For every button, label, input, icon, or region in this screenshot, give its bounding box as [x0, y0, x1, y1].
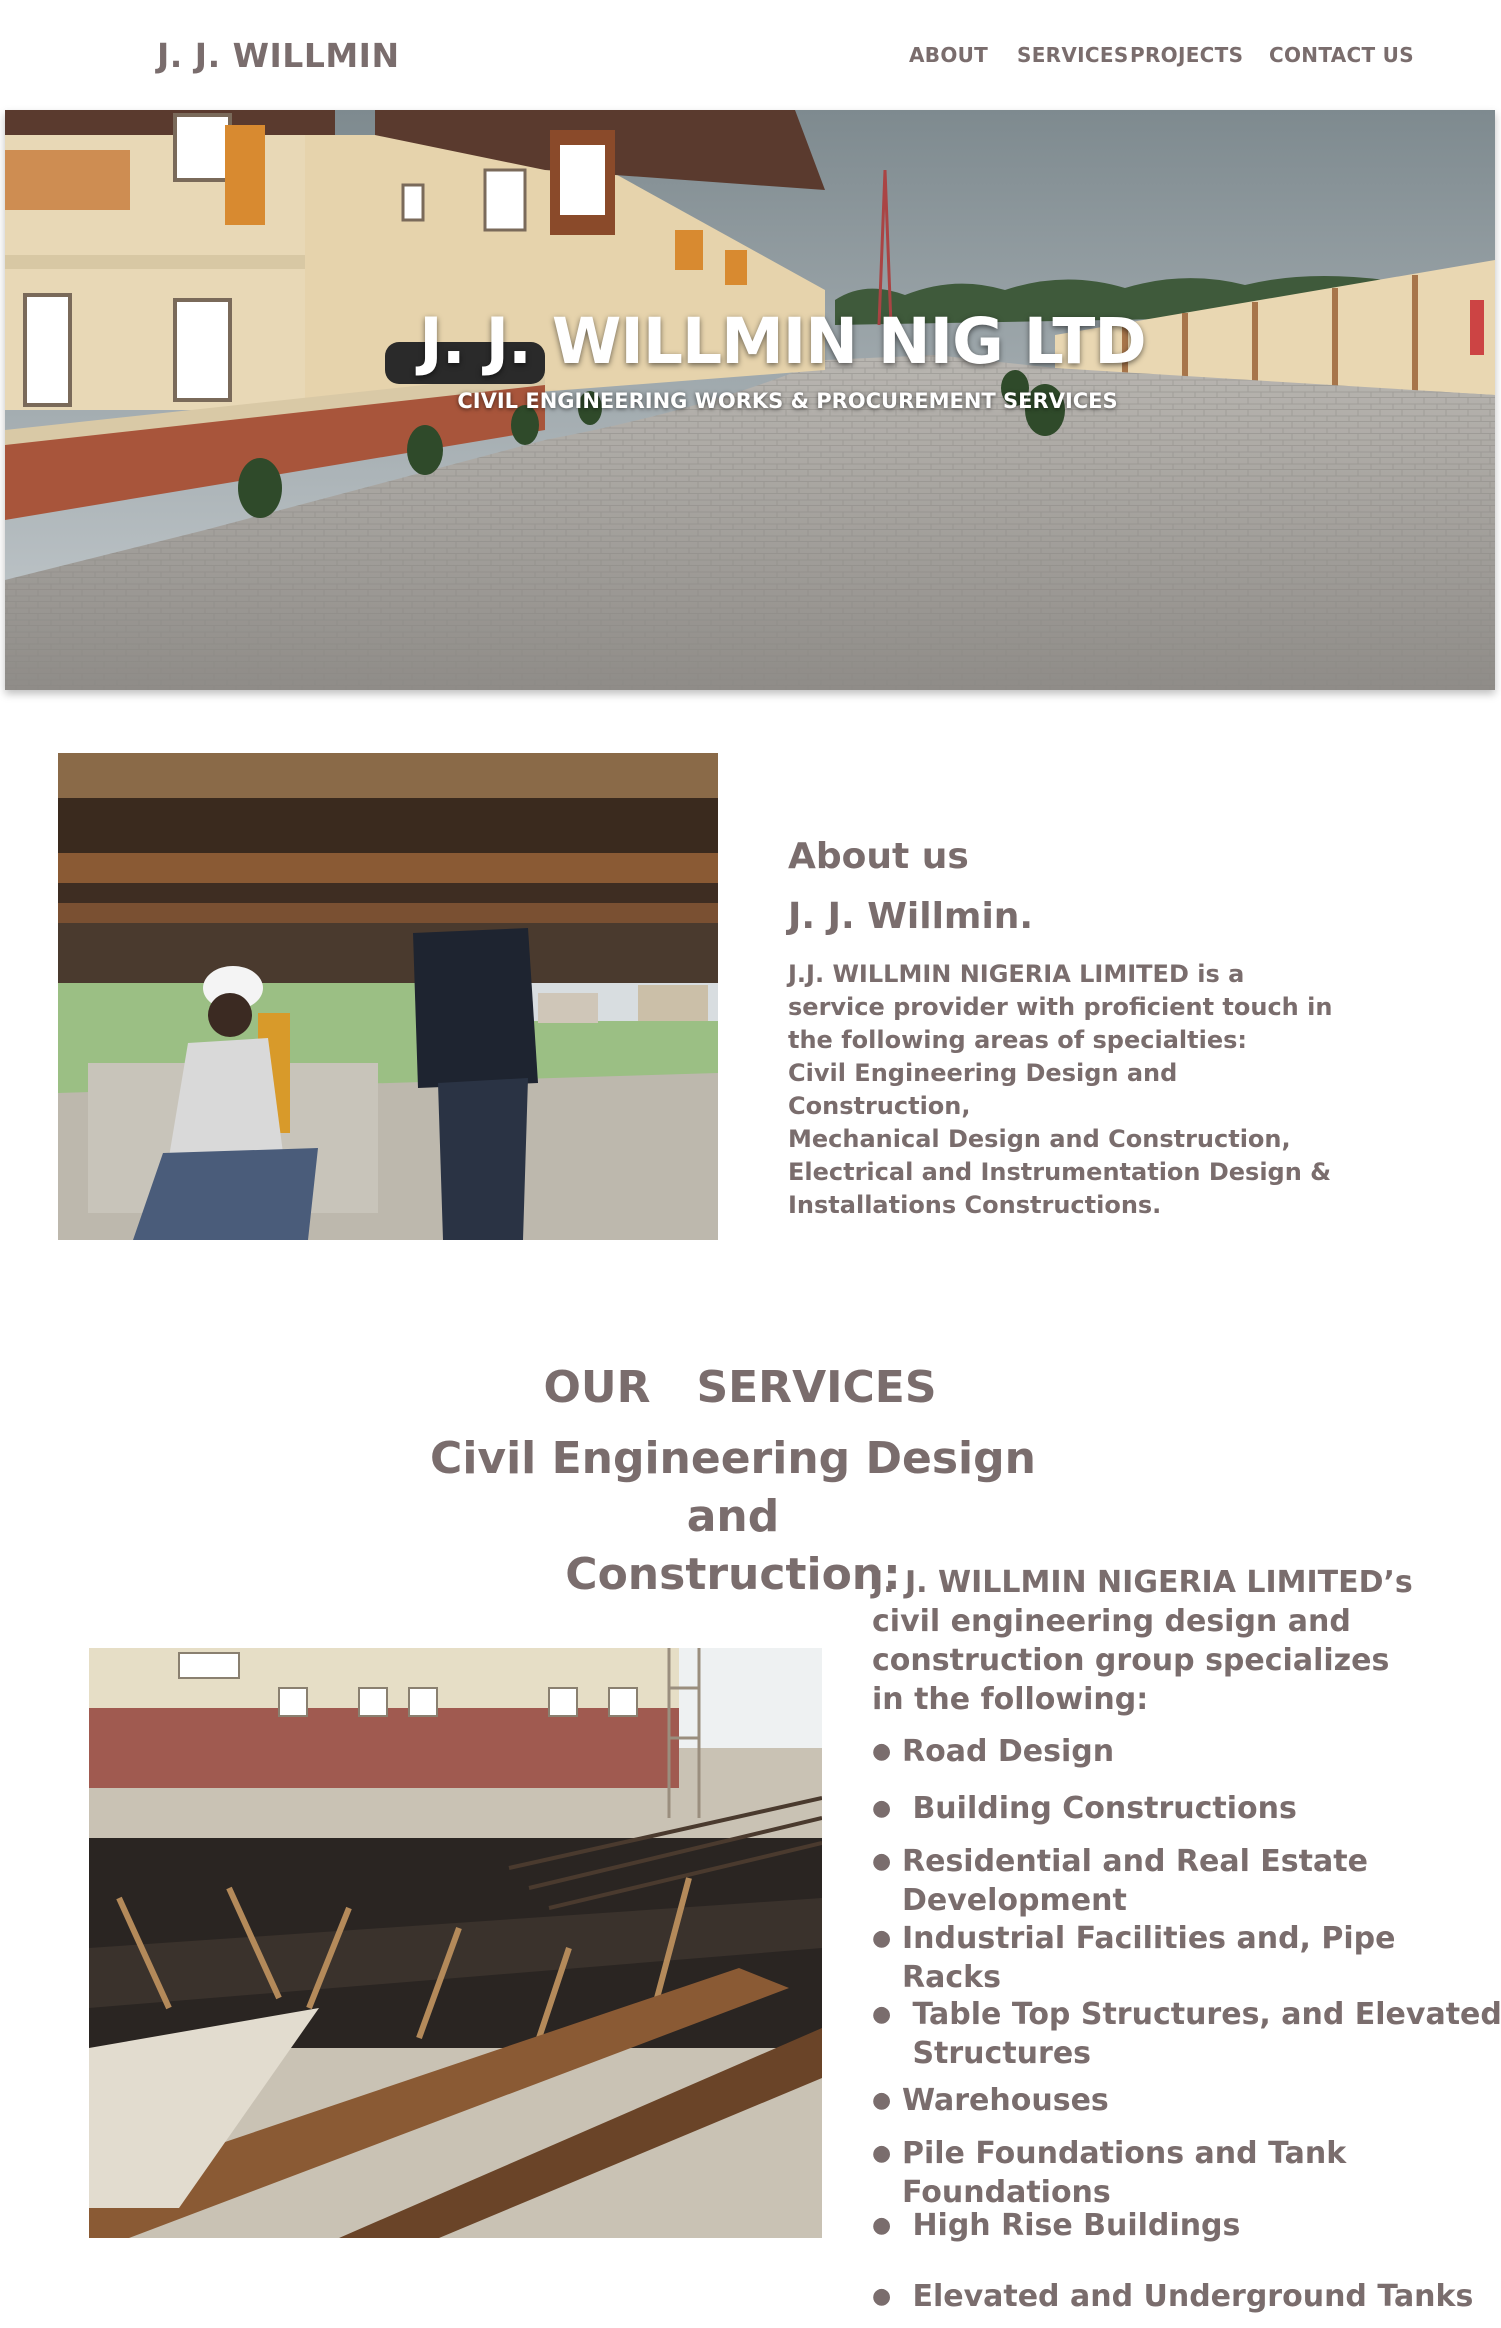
bullet-icon: ● — [872, 2141, 892, 2166]
bullet-icon: ● — [872, 1849, 892, 1874]
bullet-icon: ● — [872, 1926, 892, 1951]
bullet-icon: ● — [872, 1739, 892, 1764]
services-intro: J. J. WILLMIN NIGERIA LIMITED’s civil en… — [872, 1563, 1432, 1719]
services-subheading-line: Civil Engineering Design and — [430, 1433, 1036, 1542]
hero-banner: J. J. WILLMIN NIG LTD CIVIL ENGINEERING … — [5, 110, 1495, 690]
services-photo-construction — [89, 1648, 822, 2238]
about-company-name: J. J. Willmin. — [788, 896, 1034, 937]
bullet-icon: ● — [872, 2284, 892, 2309]
about-line: the following areas of specialties: — [788, 1026, 1247, 1054]
services-intro-line: J. J. WILLMIN NIGERIA LIMITED’s — [872, 1565, 1413, 1600]
hero-subtitle: CIVIL ENGINEERING WORKS & PROCUREMENT SE… — [457, 389, 1118, 413]
services-intro-line: construction group specializes — [872, 1643, 1390, 1678]
bullet-icon: ● — [872, 1796, 892, 1821]
bullet-icon: ● — [872, 2002, 892, 2027]
services-heading: OUR SERVICES — [543, 1362, 937, 1413]
about-description: J.J. WILLMIN NIGERIA LIMITED is a servic… — [788, 958, 1348, 1222]
page: J. J. WILLMIN ABOUT SERVICES PROJECTS CO… — [5, 0, 1501, 2328]
about-line: service provider with proficient touch i… — [788, 993, 1333, 1021]
service-item-label: Pile Foundations and Tank — [902, 2136, 1347, 2171]
about-line: Installations Constructions. — [788, 1191, 1162, 1219]
service-item-label: Warehouses — [902, 2083, 1109, 2118]
bullet-icon: ● — [872, 2213, 892, 2238]
nav-about[interactable]: ABOUT — [909, 43, 988, 67]
nav-projects[interactable]: PROJECTS — [1130, 43, 1243, 67]
about-line: Civil Engineering Design and — [788, 1059, 1178, 1087]
service-item-label: Building Constructions — [902, 1791, 1297, 1826]
services-intro-line: civil engineering design and — [872, 1604, 1351, 1639]
about-line: Electrical and Instrumentation Design & — [788, 1158, 1332, 1186]
nav-contact-us[interactable]: CONTACT US — [1269, 43, 1414, 67]
brand-logo[interactable]: J. J. WILLMIN — [157, 36, 400, 75]
service-item-label: Structures — [902, 2036, 1092, 2071]
about-photo-workers — [58, 753, 718, 1240]
bullet-icon: ● — [872, 2088, 892, 2113]
site-header: J. J. WILLMIN ABOUT SERVICES PROJECTS CO… — [5, 0, 1495, 110]
service-item-label: Table Top Structures, and Elevated — [902, 1997, 1501, 2032]
services-intro-line: in the following: — [872, 1682, 1149, 1717]
service-item-label: Industrial Facilities and, Pipe — [902, 1921, 1396, 1956]
service-item-label: Road Design — [902, 1734, 1115, 1769]
about-line: Construction, — [788, 1092, 971, 1120]
service-item-label: Racks — [902, 1960, 1001, 1995]
about-heading: About us — [788, 836, 969, 877]
service-item-label: High Rise Buildings — [902, 2208, 1241, 2243]
service-item-label: Elevated and Underground Tanks — [902, 2279, 1474, 2314]
nav-services[interactable]: SERVICES — [1017, 43, 1129, 67]
service-item-label: Residential and Real Estate — [902, 1844, 1368, 1879]
hero-title: J. J. WILLMIN NIG LTD — [419, 305, 1146, 378]
service-item-label: Development — [902, 1883, 1127, 1918]
about-line: Mechanical Design and Construction, — [788, 1125, 1291, 1153]
about-line: J.J. WILLMIN NIGERIA LIMITED is a — [788, 960, 1245, 988]
